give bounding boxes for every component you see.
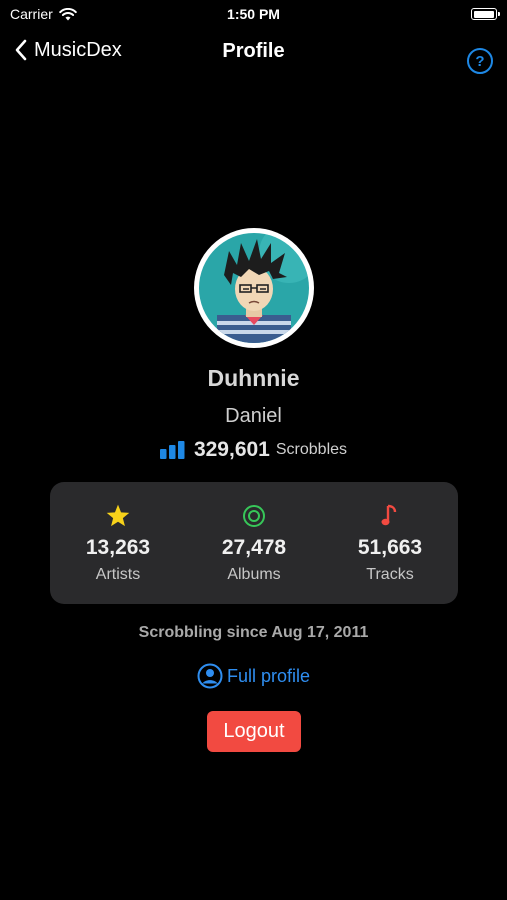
clock: 1:50 PM [227, 6, 280, 22]
tracks-label: Tracks [366, 566, 414, 583]
avatar [194, 228, 314, 348]
stat-artists[interactable]: 13,263 Artists [50, 482, 186, 604]
star-icon [105, 502, 131, 530]
artists-label: Artists [95, 566, 141, 583]
tracks-count: 51,663 [357, 536, 423, 559]
status-bar: Carrier 1:50 PM [0, 0, 507, 28]
scrobbles-count: 329,601 [193, 438, 270, 461]
albums-count: 27,478 [221, 536, 287, 559]
question-mark-icon: ? [475, 52, 485, 70]
scrobbling-since: Scrobbling since Aug 17, 2011 [138, 624, 369, 641]
battery-icon [471, 8, 500, 20]
artists-count: 13,263 [85, 536, 151, 559]
help-button[interactable]: ? [467, 48, 493, 74]
scrobbles-label: Scrobbles [275, 441, 348, 458]
bar-chart-icon [159, 441, 185, 459]
username: Duhnnie [207, 365, 300, 391]
albums-label: Albums [227, 566, 281, 583]
full-profile-label: Full profile [226, 665, 311, 686]
album-icon [242, 502, 266, 530]
page-title: Profile [222, 40, 285, 62]
stats-card: 13,263 Artists 27,478 Albums 51,663 Trac… [50, 482, 458, 604]
real-name: Daniel [225, 405, 282, 427]
battery-fill [473, 10, 494, 18]
person-circle-icon [197, 663, 223, 689]
music-note-icon [380, 502, 400, 530]
logout-label: Logout [223, 720, 285, 742]
full-profile-link[interactable]: Full profile [0, 663, 507, 689]
stat-albums[interactable]: 27,478 Albums [186, 482, 322, 604]
stat-tracks[interactable]: 51,663 Tracks [322, 482, 458, 604]
avatar-image [199, 233, 309, 343]
logout-button[interactable]: Logout [207, 711, 301, 752]
scrobbles-summary: 329,601 Scrobbles [0, 438, 507, 462]
navigation-bar: MusicDex Profile [0, 34, 507, 74]
